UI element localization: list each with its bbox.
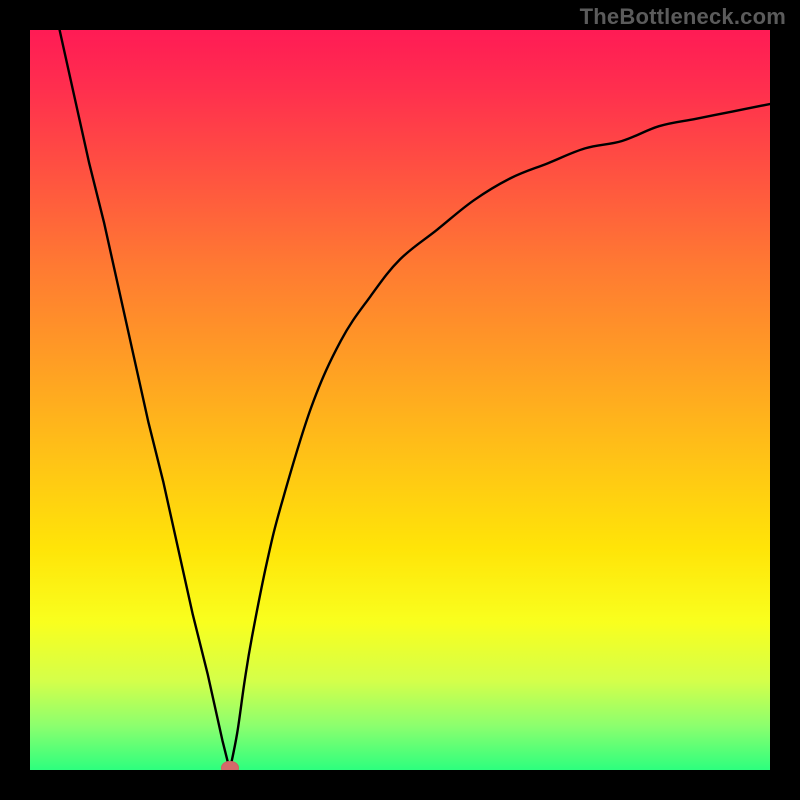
plot-area — [30, 30, 770, 770]
watermark-text: TheBottleneck.com — [580, 4, 786, 30]
bottleneck-curve — [30, 30, 770, 770]
optimum-marker — [221, 761, 239, 770]
chart-frame: TheBottleneck.com — [0, 0, 800, 800]
